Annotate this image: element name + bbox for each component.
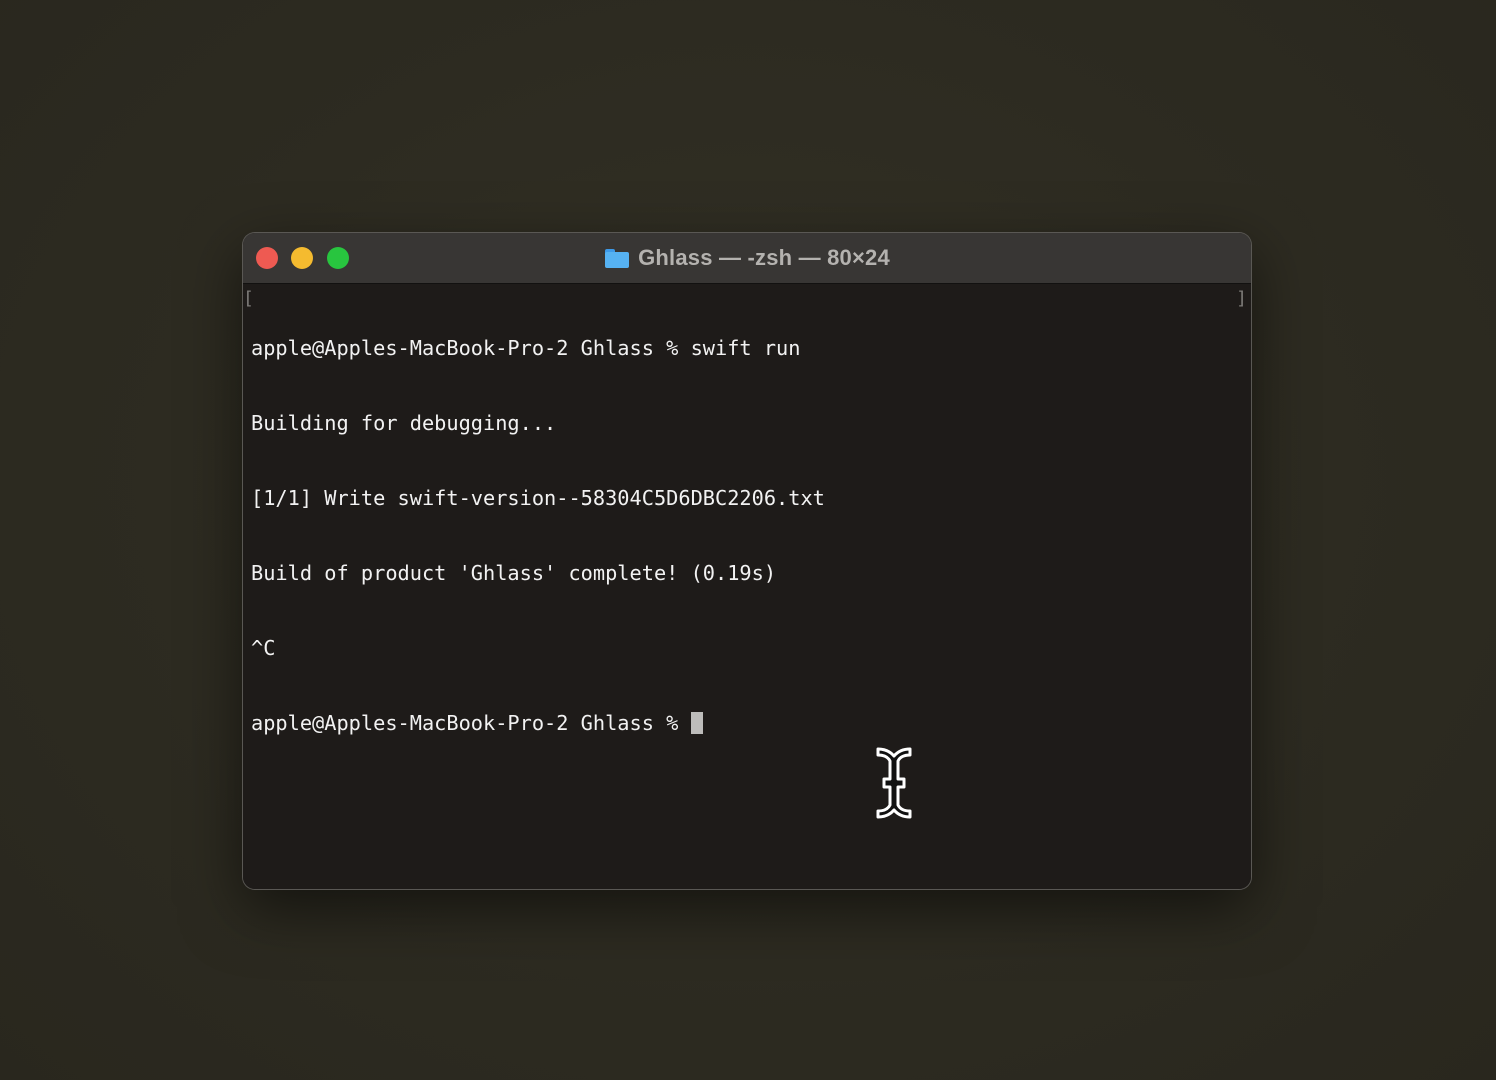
folder-icon[interactable] [604, 247, 630, 269]
terminal-line: ^C [251, 636, 276, 660]
terminal-line: apple@Apples-MacBook-Pro-2 Ghlass % swif… [251, 336, 801, 360]
text-cursor [690, 712, 703, 734]
terminal-line: Build of product 'Ghlass' complete! (0.1… [251, 561, 777, 585]
window-title-area: Ghlass — -zsh — 80×24 [243, 233, 1251, 283]
terminal-lines: apple@Apples-MacBook-Pro-2 Ghlass % swif… [251, 286, 825, 786]
terminal-output[interactable]: [ ] apple@Apples-MacBook-Pro-2 Ghlass % … [243, 284, 1251, 889]
terminal-line: [1/1] Write swift-version--58304C5D6DBC2… [251, 486, 825, 510]
prompt-line[interactable]: apple@Apples-MacBook-Pro-2 Ghlass % [251, 711, 825, 736]
terminal-line: Building for debugging... [251, 411, 557, 435]
title-bar[interactable]: Ghlass — -zsh — 80×24 [243, 233, 1251, 284]
terminal-window[interactable]: Ghlass — -zsh — 80×24 [ ] apple@Apples-M… [243, 233, 1251, 889]
prompt-text: apple@Apples-MacBook-Pro-2 Ghlass % [251, 711, 691, 735]
command-mark-right: ] [1236, 288, 1247, 309]
i-beam-cursor-icon [876, 747, 912, 819]
window-title: Ghlass — -zsh — 80×24 [638, 245, 890, 270]
